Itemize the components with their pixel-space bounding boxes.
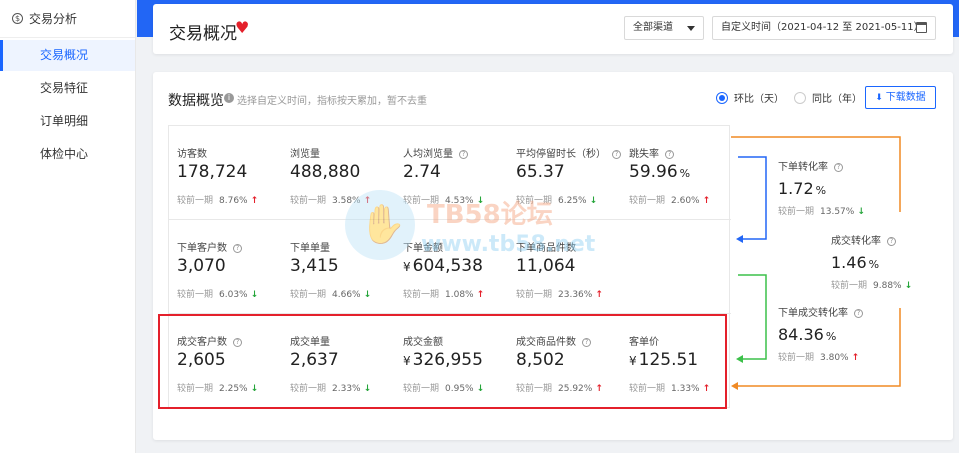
funnel-label: 成交转化率 <box>831 236 881 247</box>
funnel-order-deal-conversion: 下单成交转化率? 84.36% 较前一期 3.80% ↑ <box>778 304 863 363</box>
caret-down-icon <box>687 26 695 31</box>
funnel-order-conversion: 下单转化率? 1.72% 较前一期 13.57% ↓ <box>778 158 865 217</box>
funnel-value: 84.36% <box>778 325 863 344</box>
funnel-unit: % <box>868 258 880 271</box>
funnel-value-number: 1.46 <box>831 253 867 272</box>
funnel-value-number: 84.36 <box>778 325 824 344</box>
flow-arrowhead-orange <box>731 382 738 390</box>
arrow-up-icon: ↑ <box>851 353 860 363</box>
funnel-compare: 较前一期 13.57% ↓ <box>778 204 865 217</box>
channel-select-value: 全部渠道 <box>633 22 673 33</box>
sidebar-header-label: 交易分析 <box>29 12 78 26</box>
flow-arrowhead-blue <box>736 235 743 243</box>
funnel-value-number: 1.72 <box>778 179 814 198</box>
compare-label: 较前一期 <box>778 207 815 217</box>
funnel-compare: 较前一期 3.80% ↑ <box>778 350 863 363</box>
trade-analysis-icon: $ <box>12 13 23 24</box>
flow-arrowhead-green <box>736 355 743 363</box>
date-range-picker[interactable]: 自定义时间（2021-04-12 至 2021-05-11） <box>712 16 936 40</box>
funnel-compare: 较前一期 9.88% ↓ <box>831 278 912 291</box>
sidebar-header[interactable]: $ 交易分析 <box>0 0 135 38</box>
funnel-unit: % <box>815 184 827 197</box>
help-icon[interactable]: ? <box>887 237 896 246</box>
help-icon[interactable]: ? <box>854 309 863 318</box>
funnel-unit: % <box>825 330 837 343</box>
funnel-change: 13.57% <box>820 207 855 217</box>
funnel-label: 下单转化率 <box>778 162 828 173</box>
funnel-deal-conversion: 成交转化率? 1.46% 较前一期 9.88% ↓ <box>831 232 912 291</box>
compare-label: 较前一期 <box>831 281 868 291</box>
header-card: 交易概况 ♥ 全部渠道 自定义时间（2021-04-12 至 2021-05-1… <box>153 4 953 54</box>
sidebar-item-features[interactable]: 交易特征 <box>0 73 135 104</box>
flow-arrow-blue <box>738 156 767 240</box>
favorite-heart-icon[interactable]: ♥ <box>235 18 249 37</box>
sidebar: $ 交易分析 交易概况 交易特征 订单明细 体检中心 <box>0 0 136 453</box>
funnel-value: 1.46% <box>831 253 912 272</box>
arrow-down-icon: ↓ <box>857 207 865 217</box>
sidebar-item-health[interactable]: 体检中心 <box>0 139 135 170</box>
funnel-change: 9.88% <box>873 281 902 291</box>
funnel-label: 下单成交转化率 <box>778 308 848 319</box>
sidebar-item-overview[interactable]: 交易概况 <box>0 40 135 71</box>
sidebar-item-orders[interactable]: 订单明细 <box>0 106 135 137</box>
compare-label: 较前一期 <box>778 353 815 363</box>
calendar-icon <box>916 22 927 33</box>
channel-select[interactable]: 全部渠道 <box>624 16 704 40</box>
date-range-value: 自定义时间（2021-04-12 至 2021-05-11） <box>721 22 924 33</box>
funnel-change: 3.80% <box>820 353 849 363</box>
arrow-down-icon: ↓ <box>904 281 913 291</box>
flow-arrow-green <box>738 274 767 360</box>
help-icon[interactable]: ? <box>834 163 843 172</box>
page-title: 交易概况 <box>169 24 237 44</box>
overview-card: 数据概览 i 选择自定义时间，指标按天累加，暂不去重 环比（天） 同比（年） ⬇… <box>153 72 953 440</box>
funnel-value: 1.72% <box>778 179 865 198</box>
